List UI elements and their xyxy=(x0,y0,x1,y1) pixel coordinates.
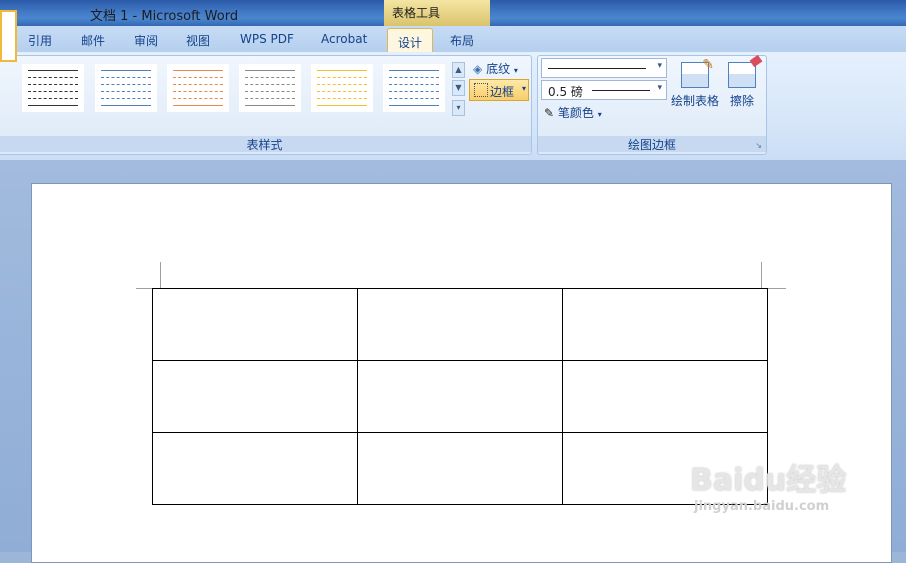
pen-color-button[interactable]: ✎ 笔颜色 ▾ xyxy=(544,104,602,121)
chevron-down-icon: ▾ xyxy=(657,83,662,93)
table-cell[interactable] xyxy=(152,360,358,433)
tab-acrobat[interactable]: Acrobat xyxy=(321,32,367,46)
contextual-tab-group: 表格工具 xyxy=(384,0,490,26)
pen-icon: ✎ xyxy=(544,106,555,120)
table-cell[interactable] xyxy=(152,288,358,361)
table-style-swatch[interactable] xyxy=(239,64,301,112)
line-weight-value: 0.5 磅 xyxy=(548,85,583,99)
tab-references[interactable]: 引用 xyxy=(28,32,52,49)
draw-borders-group-label: 绘图边框 xyxy=(538,136,766,152)
ribbon-tab-bar: 引用 邮件 审阅 视图 WPS PDF Acrobat 布局 xyxy=(0,26,906,53)
tab-layout[interactable]: 布局 xyxy=(450,32,474,49)
pen-color-label: 笔颜色 xyxy=(557,106,594,120)
gallery-down-icon[interactable]: ▼ xyxy=(452,80,465,96)
table-style-swatch[interactable] xyxy=(383,64,445,112)
chevron-down-icon: ▾ xyxy=(657,61,662,71)
table-style-swatch-selected[interactable] xyxy=(0,10,17,62)
eraser-button[interactable]: 擦除 xyxy=(725,54,763,109)
watermark-brand: Baidu经验 xyxy=(690,463,847,498)
window-title: 文档 1 - Microsoft Word xyxy=(90,9,239,24)
table-style-swatch[interactable] xyxy=(22,64,84,112)
eraser-label: 擦除 xyxy=(729,94,754,108)
table-style-swatch[interactable] xyxy=(311,64,373,112)
crop-mark xyxy=(768,288,786,289)
dialog-launcher-icon[interactable]: ↘ xyxy=(755,141,762,150)
shading-button[interactable]: ◈ 底纹 ▾ xyxy=(473,60,518,77)
contextual-group-label: 表格工具 xyxy=(392,6,441,20)
borders-button[interactable]: 边框 ▾ xyxy=(469,79,529,101)
gallery-up-icon[interactable]: ▲ xyxy=(452,62,465,78)
table-cell[interactable] xyxy=(562,360,768,433)
tab-review[interactable]: 审阅 xyxy=(134,32,158,49)
line-weight-select[interactable]: 0.5 磅 ▾ xyxy=(541,80,667,100)
pen-color-dropdown-icon: ▾ xyxy=(597,110,602,119)
eraser-icon xyxy=(728,54,763,88)
table-style-swatch[interactable] xyxy=(167,64,229,112)
crop-mark xyxy=(160,262,161,288)
draw-table-icon: ✎ xyxy=(681,57,714,88)
borders-label: 边框 xyxy=(490,85,515,99)
tab-mailings[interactable]: 邮件 xyxy=(81,32,105,49)
tab-design-label: 设计 xyxy=(398,36,423,50)
crop-mark xyxy=(761,262,762,288)
document-table xyxy=(152,288,768,505)
draw-table-label: 绘制表格 xyxy=(670,94,719,108)
crop-mark xyxy=(136,288,152,289)
paint-bucket-icon: ◈ xyxy=(473,62,483,76)
tab-wps-pdf[interactable]: WPS PDF xyxy=(240,32,294,46)
table-styles-group-label: 表样式 xyxy=(0,136,531,152)
tab-view[interactable]: 视图 xyxy=(186,32,210,49)
tab-design[interactable]: 设计 xyxy=(387,28,433,53)
shading-label: 底纹 xyxy=(486,62,511,76)
watermark-url: jingyan.baidu.com xyxy=(694,499,830,514)
borders-dropdown-icon: ▾ xyxy=(521,84,526,93)
table-row xyxy=(152,432,768,505)
table-cell[interactable] xyxy=(357,360,563,433)
line-style-select[interactable]: ▾ xyxy=(541,58,667,78)
table-cell[interactable] xyxy=(357,432,563,505)
table-cell[interactable] xyxy=(357,288,563,361)
watermark: Baidu经验 jingyan.baidu.com xyxy=(690,455,846,514)
gallery-more-icon[interactable]: ▾ xyxy=(452,100,465,116)
borders-icon xyxy=(474,83,488,97)
table-cell[interactable] xyxy=(562,288,768,361)
shading-dropdown-icon: ▾ xyxy=(513,66,518,75)
table-row xyxy=(152,288,768,361)
table-style-swatch[interactable] xyxy=(95,64,157,112)
table-row xyxy=(152,360,768,433)
table-cell[interactable] xyxy=(152,432,358,505)
draw-table-button[interactable]: ✎ 绘制表格 xyxy=(670,57,720,109)
